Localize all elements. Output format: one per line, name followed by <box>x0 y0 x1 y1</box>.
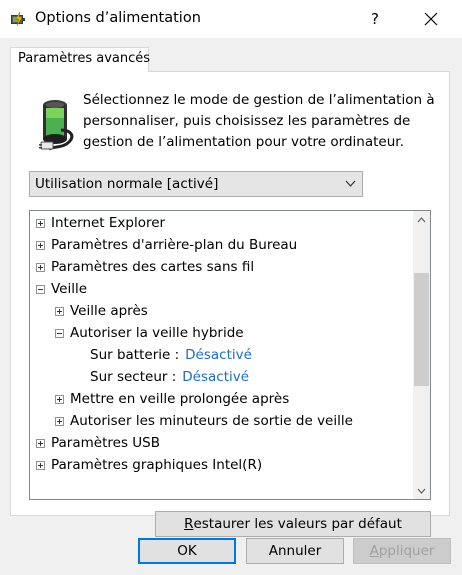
scroll-thumb[interactable] <box>414 273 429 386</box>
tree-item-internet-explorer[interactable]: Internet Explorer <box>36 212 165 234</box>
vertical-scrollbar[interactable] <box>413 211 430 499</box>
chevron-down-icon <box>417 488 426 494</box>
tree-item-label: Paramètres USB <box>51 435 160 451</box>
description-text: Sélectionnez le mode de gestion de l’ali… <box>83 92 435 150</box>
expand-icon[interactable] <box>55 416 64 426</box>
help-button[interactable]: ? <box>352 0 398 38</box>
expand-icon[interactable] <box>36 218 45 228</box>
expand-icon[interactable] <box>36 438 45 448</box>
ok-button[interactable]: OK <box>138 538 236 564</box>
expand-icon[interactable] <box>55 394 64 404</box>
power-options-icon <box>11 11 25 27</box>
close-button[interactable] <box>406 0 456 38</box>
plugged-in-value[interactable]: Désactivé <box>182 369 249 385</box>
tree-item-on-battery[interactable]: Sur batterie : Désactivé <box>90 344 252 366</box>
cancel-button[interactable]: Annuler <box>246 538 344 564</box>
tree-item-wake-timers[interactable]: Autoriser les minuteurs de sortie de vei… <box>55 410 353 432</box>
tree-item-intel-graphics[interactable]: Paramètres graphiques Intel(R) <box>36 454 262 476</box>
tree-item-wireless-adapter[interactable]: Paramètres des cartes sans fil <box>36 256 254 278</box>
power-plan-value: Utilisation normale [activé] <box>35 176 219 192</box>
settings-tree[interactable]: Internet Explorer Paramètres d'arrière-p… <box>29 210 431 500</box>
apply-label: ppliquer <box>378 543 435 559</box>
on-battery-value[interactable]: Désactivé <box>185 347 252 363</box>
collapse-icon[interactable] <box>55 328 64 338</box>
tree-item-sleep[interactable]: Veille <box>36 278 87 300</box>
tree-item-label: Veille <box>51 281 88 297</box>
expand-icon[interactable] <box>36 460 45 470</box>
tree-item-label: Sur secteur : <box>90 369 177 385</box>
close-icon <box>424 12 438 26</box>
tab-label: Paramètres avancés <box>18 51 151 66</box>
expand-icon[interactable] <box>36 240 45 250</box>
expand-icon[interactable] <box>55 306 64 316</box>
tree-item-sleep-after[interactable]: Veille après <box>55 300 148 322</box>
restore-defaults-button[interactable]: Restaurer les valeurs par défaut <box>155 511 431 537</box>
tree-item-hibernate-after[interactable]: Mettre en veille prolongée après <box>55 388 289 410</box>
battery-plug-icon <box>39 100 74 151</box>
chevron-down-icon <box>345 180 356 187</box>
tree-item-label: Internet Explorer <box>51 215 166 231</box>
tree-item-label: Paramètres graphiques Intel(R) <box>51 457 263 473</box>
tree-item-label: Paramètres des cartes sans fil <box>51 259 255 275</box>
apply-button[interactable]: Appliquer <box>353 538 451 564</box>
tree-item-hybrid-sleep[interactable]: Autoriser la veille hybride <box>55 322 244 344</box>
tree-item-label: Autoriser la veille hybride <box>70 325 244 341</box>
power-plan-select[interactable]: Utilisation normale [activé] <box>29 171 363 197</box>
chevron-up-icon <box>417 216 426 222</box>
tree-item-label: Autoriser les minuteurs de sortie de vei… <box>70 413 353 429</box>
tree-item-desktop-background[interactable]: Paramètres d'arrière-plan du Bureau <box>36 234 297 256</box>
ok-label: OK <box>177 543 197 559</box>
tree-item-usb-settings[interactable]: Paramètres USB <box>36 432 160 454</box>
title-bar: Options d’alimentation ? <box>0 0 462 38</box>
apply-mnemonic: A <box>369 543 379 559</box>
help-label: ? <box>371 10 379 28</box>
collapse-icon[interactable] <box>36 284 45 294</box>
cancel-label: Annuler <box>268 543 322 559</box>
tab-panel: Sélectionnez le mode de gestion de l’ali… <box>10 71 450 537</box>
restore-label: estaurer les valeurs par défaut <box>193 516 402 532</box>
window-title: Options d’alimentation <box>35 10 201 26</box>
tree-item-label: Mettre en veille prolongée après <box>70 391 290 407</box>
tree-item-label: Veille après <box>70 303 148 319</box>
tree-item-plugged-in[interactable]: Sur secteur : Désactivé <box>90 366 249 388</box>
tree-item-label: Sur batterie : <box>90 347 180 363</box>
scroll-down-button[interactable] <box>413 482 430 499</box>
dialog-body: Paramètres avancés Sélectionnez le mode … <box>0 38 462 575</box>
restore-mnemonic: R <box>184 516 194 532</box>
expand-icon[interactable] <box>36 262 45 272</box>
scroll-up-button[interactable] <box>413 211 430 228</box>
tree-item-label: Paramètres d'arrière-plan du Bureau <box>51 237 298 253</box>
tab-advanced-settings[interactable]: Paramètres avancés <box>10 47 151 72</box>
